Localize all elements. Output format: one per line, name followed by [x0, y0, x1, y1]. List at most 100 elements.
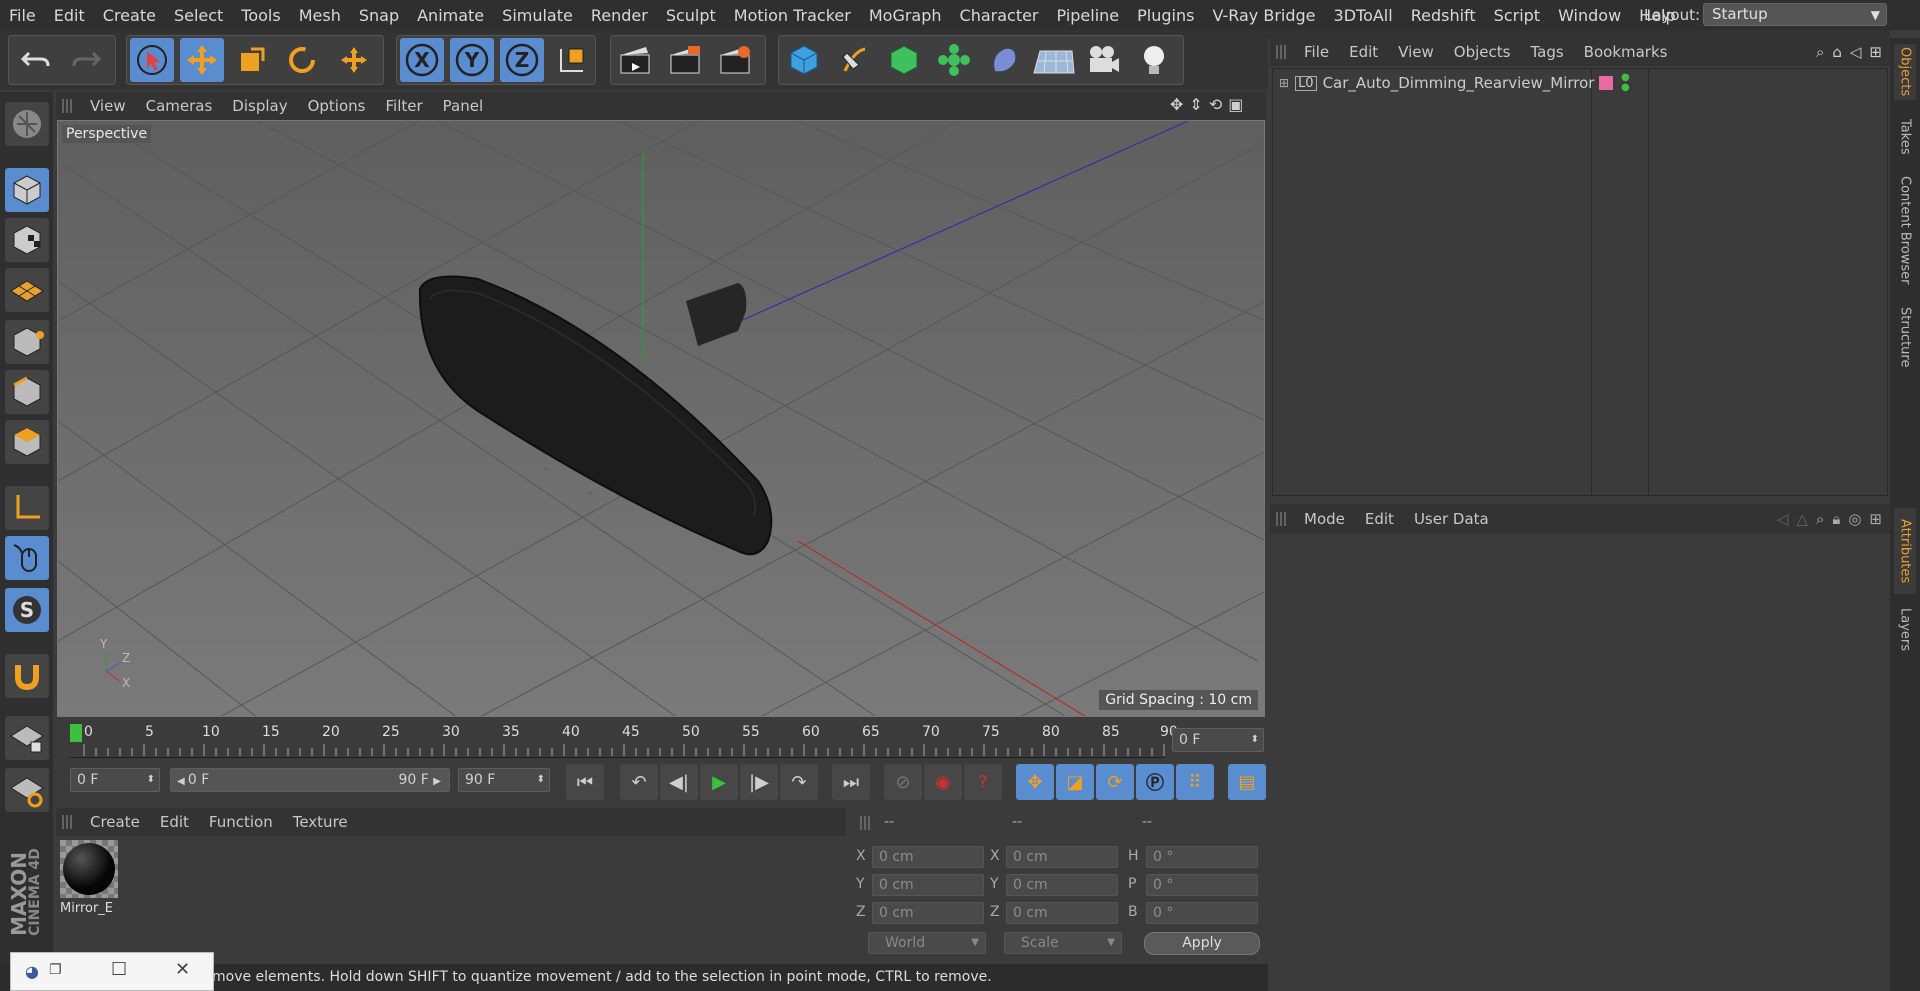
perspective-viewport[interactable]: Y Z X Perspective Grid Spacing : 10 cm — [57, 120, 1265, 717]
size-y-field[interactable]: 0 cm — [1006, 874, 1118, 896]
objects-menu-edit[interactable]: Edit — [1339, 43, 1388, 61]
nav-left-icon[interactable]: ◁ — [1777, 510, 1789, 528]
move-tool-button[interactable] — [180, 38, 224, 82]
menu-vray-bridge[interactable]: V-Ray Bridge — [1203, 6, 1324, 25]
timeline[interactable]: 0 5 10 15 20 25 30 35 40 45 50 55 60 65 … — [56, 722, 1266, 762]
position-x-field[interactable]: 0 cm — [872, 846, 984, 868]
snap-button[interactable] — [5, 654, 49, 698]
objects-menu-view[interactable]: View — [1388, 43, 1444, 61]
coordinate-mode-select[interactable]: World ▼ — [868, 932, 986, 954]
pen-button[interactable] — [832, 38, 876, 82]
layout-select[interactable]: Startup ▼ — [1703, 3, 1887, 26]
model-mode-button[interactable] — [5, 168, 49, 212]
size-z-field[interactable]: 0 cm — [1006, 902, 1118, 924]
z-axis-button[interactable]: Z — [500, 38, 544, 82]
material-menu-create[interactable]: Create — [80, 813, 150, 831]
menu-sculpt[interactable]: Sculpt — [657, 6, 725, 25]
menu-plugins[interactable]: Plugins — [1128, 6, 1203, 25]
menu-motion-tracker[interactable]: Motion Tracker — [725, 6, 860, 25]
viewport-menu-cameras[interactable]: Cameras — [136, 97, 223, 115]
rotation-p-field[interactable]: 0 ° — [1146, 874, 1258, 896]
tab-objects[interactable]: Objects — [1894, 44, 1916, 100]
position-y-field[interactable]: 0 cm — [872, 874, 984, 896]
menu-simulate[interactable]: Simulate — [493, 6, 582, 25]
render-picture-viewer-button[interactable] — [664, 38, 708, 82]
undo-button[interactable] — [14, 38, 58, 82]
record-keys-button[interactable]: ⊘ — [884, 764, 922, 800]
object-name[interactable]: Car_Auto_Dimming_Rearview_Mirror — [1323, 74, 1595, 92]
key-scale-button[interactable]: ◪ — [1056, 764, 1094, 800]
rotate-tool-button[interactable] — [280, 38, 324, 82]
scale-tool-button[interactable] — [230, 38, 274, 82]
axis-mode-button[interactable] — [5, 486, 49, 530]
coordinate-system-button[interactable] — [550, 38, 594, 82]
viewport-menu-options[interactable]: Options — [298, 97, 376, 115]
material-menu-function[interactable]: Function — [199, 813, 283, 831]
maximize-window-icon[interactable]: ☐ — [111, 959, 127, 980]
render-view-button[interactable] — [614, 38, 658, 82]
maximize-view-icon[interactable]: ▣ — [1228, 95, 1243, 114]
select-tool-button[interactable] — [130, 38, 174, 82]
key-parameter-button[interactable]: Ⓟ — [1136, 764, 1174, 800]
make-editable-button[interactable] — [5, 102, 49, 146]
rotation-h-field[interactable]: 0 ° — [1146, 846, 1258, 868]
new-panel-icon[interactable]: ⊞ — [1869, 510, 1882, 528]
camera-button[interactable] — [1082, 38, 1126, 82]
timeline-ruler[interactable]: 0 5 10 15 20 25 30 35 40 45 50 55 60 65 … — [70, 722, 1178, 758]
polygon-mode-button[interactable] — [5, 420, 49, 464]
attributes-menu-mode[interactable]: Mode — [1294, 510, 1355, 528]
viewport-menu-filter[interactable]: Filter — [375, 97, 432, 115]
frame-range-slider[interactable]: ◀ 0 F 90 F ▶ — [170, 768, 450, 792]
deformer-button[interactable] — [982, 38, 1026, 82]
position-z-field[interactable]: 0 cm — [872, 902, 984, 924]
visibility-dots-icon[interactable]: ● ● — [1621, 73, 1630, 93]
start-frame-field[interactable]: 0 F ⬍ — [70, 768, 160, 792]
objects-menu-file[interactable]: File — [1294, 43, 1339, 61]
menu-pipeline[interactable]: Pipeline — [1048, 6, 1129, 25]
previous-key-button[interactable]: ↶ — [620, 764, 658, 800]
menu-3dtoall[interactable]: 3DToAll — [1325, 6, 1402, 25]
menu-snap[interactable]: Snap — [350, 6, 408, 25]
cube-button[interactable] — [782, 38, 826, 82]
timeline-window-button[interactable]: ▤ — [1228, 764, 1266, 800]
restore-window-icon[interactable]: ❐ — [49, 962, 62, 978]
attributes-menu-edit[interactable]: Edit — [1355, 510, 1404, 528]
menu-animate[interactable]: Animate — [408, 6, 493, 25]
camera-label[interactable]: Perspective — [62, 125, 152, 143]
objects-menu-bookmarks[interactable]: Bookmarks — [1574, 43, 1678, 61]
viewport-menu-panel[interactable]: Panel — [433, 97, 493, 115]
next-frame-button[interactable]: |▶ — [740, 764, 778, 800]
menu-render[interactable]: Render — [582, 6, 657, 25]
viewport-menu-display[interactable]: Display — [222, 97, 297, 115]
play-button[interactable]: ▶ — [700, 764, 738, 800]
end-frame-field[interactable]: 90 F ⬍ — [458, 768, 550, 792]
menu-mesh[interactable]: Mesh — [290, 6, 350, 25]
material-menu-edit[interactable]: Edit — [150, 813, 199, 831]
solo-button[interactable]: S — [5, 588, 49, 632]
tab-attributes[interactable]: Attributes — [1894, 508, 1916, 594]
menu-mograph[interactable]: MoGraph — [860, 6, 951, 25]
point-mode-button[interactable] — [5, 320, 49, 364]
menu-window[interactable]: Window — [1549, 6, 1630, 25]
orbit-view-icon[interactable]: ⟲ — [1209, 95, 1222, 114]
y-axis-button[interactable]: Y — [450, 38, 494, 82]
lock-workplane-button[interactable] — [5, 716, 49, 760]
go-to-start-button[interactable]: ⏮ — [566, 764, 604, 800]
tweak-mode-button[interactable] — [5, 536, 49, 580]
search-icon[interactable]: ⌕ — [1816, 510, 1824, 528]
size-mode-select[interactable]: Scale ▼ — [1004, 932, 1122, 954]
tab-structure[interactable]: Structure — [1894, 300, 1916, 374]
attributes-menu-user-data[interactable]: User Data — [1404, 510, 1499, 528]
viewport-menu-view[interactable]: View — [80, 97, 136, 115]
menu-file[interactable]: File — [0, 6, 45, 25]
keyframe-selection-button[interactable]: ? — [964, 764, 1002, 800]
tab-layers[interactable]: Layers — [1894, 600, 1916, 660]
cloner-button[interactable] — [932, 38, 976, 82]
pan-view-icon[interactable]: ✥ — [1170, 95, 1183, 114]
current-frame-field[interactable]: 0 F ⬍ — [1172, 728, 1264, 752]
go-to-end-button[interactable]: ⏭ — [832, 764, 870, 800]
menu-script[interactable]: Script — [1485, 6, 1549, 25]
expand-icon[interactable]: ⊞ — [1279, 76, 1289, 90]
menu-select[interactable]: Select — [165, 6, 232, 25]
planar-workplane-button[interactable] — [5, 768, 49, 812]
